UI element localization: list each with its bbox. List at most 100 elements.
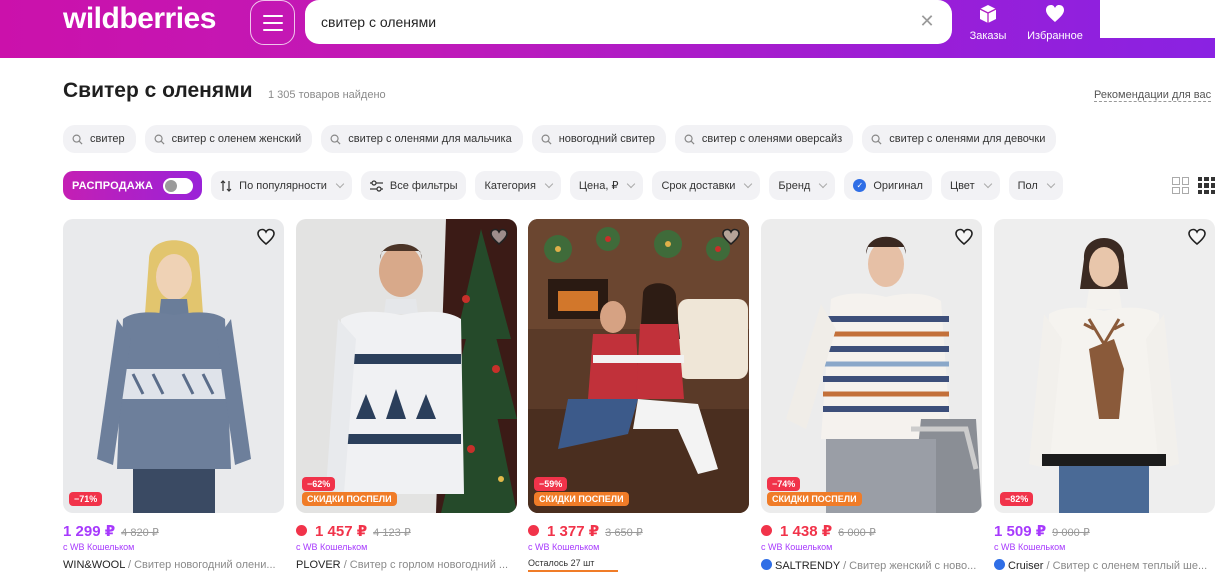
favorite-heart-icon[interactable] <box>256 227 276 247</box>
product-photo <box>994 219 1215 513</box>
product-card[interactable]: −71% 1 299 ₽ 4 820 ₽ с WB Кошельком WIN&… <box>63 219 284 571</box>
search-input[interactable] <box>321 8 901 36</box>
large-grid-icon[interactable] <box>1172 177 1189 194</box>
promo-icon <box>296 525 307 536</box>
current-price: 1 509 ₽ <box>994 523 1047 540</box>
product-name[interactable]: PLOVER / Свитер с горлом новогодний ... <box>296 559 517 571</box>
product-image[interactable]: −62% СКИДКИ ПОСПЕЛИ <box>296 219 517 513</box>
chevron-down-icon <box>544 179 554 189</box>
heart-icon <box>1046 5 1064 22</box>
product-image[interactable]: −59% СКИДКИ ПОСПЕЛИ <box>528 219 749 513</box>
brand-name: SALTRENDY <box>775 560 841 572</box>
search-icon <box>154 134 165 145</box>
product-image[interactable]: −74% СКИДКИ ПОСПЕЛИ <box>761 219 982 513</box>
promo-icon <box>528 525 539 536</box>
product-desc: / Свитер с горлом новогодний ... <box>340 559 509 571</box>
product-card[interactable]: −59% СКИДКИ ПОСПЕЛИ 1 377 ₽ 3 650 ₽ с WB… <box>528 219 749 572</box>
toggle-knob <box>165 179 178 192</box>
menu-button[interactable] <box>250 0 295 45</box>
delivery-filter[interactable]: Срок доставки <box>652 171 761 200</box>
product-name[interactable]: Cruiser / Свитер с оленем теплый ше... <box>994 559 1215 572</box>
wallet-note: с WB Кошельком <box>761 542 833 552</box>
chevron-down-icon <box>819 179 828 189</box>
favorite-heart-icon[interactable] <box>1187 227 1207 247</box>
discount-badge: −71% <box>69 492 103 506</box>
product-name[interactable]: WIN&WOOL / Свитер новогодний олени... <box>63 559 284 571</box>
page-title: Свитер с оленями <box>63 79 253 102</box>
product-image[interactable]: −82% <box>994 219 1215 513</box>
color-label: Цвет <box>949 179 975 192</box>
chip-label: новогодний свитер <box>558 133 655 145</box>
suggestion-chip[interactable]: свитер с оленями для мальчика <box>321 125 523 153</box>
original-filter[interactable]: ✓ Оригинал <box>844 171 932 200</box>
chip-label: свитер с оленями для мальчика <box>348 133 512 145</box>
small-grid-icon[interactable] <box>1198 177 1215 194</box>
price-row: 1 377 ₽ 3 650 ₽ <box>528 522 643 540</box>
top-header: wildberries ✕ Заказы Избранное <box>0 0 1215 58</box>
favorite-heart-icon[interactable] <box>489 227 509 247</box>
wallet-note: с WB Кошельком <box>296 542 368 552</box>
gender-filter[interactable]: Пол <box>1008 171 1063 200</box>
search-icon <box>684 134 695 145</box>
color-filter[interactable]: Цвет <box>940 171 1000 200</box>
suggestion-chip[interactable]: свитер <box>63 125 136 153</box>
discount-badge: −74% <box>767 477 801 491</box>
sale-toggle[interactable]: РАСПРОДАЖА <box>63 171 203 200</box>
wallet-note: с WB Кошельком <box>528 542 600 552</box>
product-card[interactable]: −62% СКИДКИ ПОСПЕЛИ 1 457 ₽ 4 123 ₽ с WB… <box>296 219 517 571</box>
product-photo <box>296 219 517 513</box>
product-card[interactable]: −82% 1 509 ₽ 9 000 ₽ с WB Кошельком Crui… <box>994 219 1215 572</box>
toggle-switch[interactable] <box>163 177 194 194</box>
all-filters-label: Все фильтры <box>389 179 458 192</box>
suggestion-chip[interactable]: свитер с оленями оверсайз <box>674 125 854 153</box>
old-price: 4 820 ₽ <box>121 527 159 539</box>
all-filters-button[interactable]: Все фильтры <box>360 171 467 200</box>
chevron-down-icon <box>1046 179 1056 189</box>
sort-dropdown[interactable]: По популярности <box>211 171 352 200</box>
product-desc: / Свитер новогодний олени... <box>124 559 276 571</box>
verified-brand-icon <box>994 559 1005 570</box>
favorites-nav[interactable]: Избранное <box>1024 4 1086 42</box>
old-price: 4 123 ₽ <box>373 527 411 539</box>
current-price: 1 377 ₽ <box>547 523 600 540</box>
promo-icon <box>761 525 772 536</box>
search-box: ✕ <box>305 0 952 44</box>
chevron-down-icon <box>335 179 345 189</box>
recommendations-sort[interactable]: Рекомендации для вас <box>1094 89 1212 102</box>
sort-icon <box>220 179 232 192</box>
old-price: 6 000 ₽ <box>838 527 876 539</box>
product-card[interactable]: −74% СКИДКИ ПОСПЕЛИ 1 438 ₽ 6 000 ₽ с WB… <box>761 219 982 572</box>
favorite-heart-icon[interactable] <box>954 227 974 247</box>
price-filter[interactable]: Цена, ₽ <box>569 171 644 200</box>
wallet-note: с WB Кошельком <box>63 542 135 552</box>
search-icon <box>330 134 341 145</box>
product-name[interactable]: SALTRENDY / Свитер женский с ново... <box>761 559 982 572</box>
chip-label: свитер с оленем женский <box>171 133 302 145</box>
suggestion-chips: свитер свитер с оленем женский свитер с … <box>63 125 1057 153</box>
price-row: 1 509 ₽ 9 000 ₽ <box>994 522 1090 540</box>
product-desc: / Свитер с оленем теплый ше... <box>1043 560 1208 572</box>
clear-search-icon[interactable]: ✕ <box>916 10 938 32</box>
orders-nav[interactable]: Заказы <box>967 4 1009 42</box>
brand-filter[interactable]: Бренд <box>769 171 836 200</box>
chip-label: свитер с оленями для девочки <box>889 133 1046 145</box>
orders-label: Заказы <box>969 30 1007 42</box>
filter-bar: РАСПРОДАЖА По популярности Все фильтры К… <box>63 171 1063 200</box>
wildberries-logo[interactable]: wildberries <box>63 2 216 36</box>
price-row: 1 299 ₽ 4 820 ₽ <box>63 522 159 540</box>
brand-name: PLOVER <box>296 559 341 571</box>
burger-line <box>262 21 283 24</box>
brand-name: WIN&WOOL <box>63 559 125 571</box>
current-price: 1 299 ₽ <box>63 523 116 540</box>
price-row: 1 438 ₽ 6 000 ₽ <box>761 522 876 540</box>
product-photo <box>761 219 982 513</box>
suggestion-chip[interactable]: свитер с оленем женский <box>144 125 313 153</box>
suggestion-chip[interactable]: новогодний свитер <box>531 125 666 153</box>
discount-badge: −62% <box>302 477 336 491</box>
favorite-heart-icon[interactable] <box>721 227 741 247</box>
results-count: 1 305 товаров найдено <box>268 89 386 101</box>
category-filter[interactable]: Категория <box>475 171 561 200</box>
product-image[interactable]: −71% <box>63 219 284 513</box>
suggestion-chip[interactable]: свитер с оленями для девочки <box>862 125 1057 153</box>
chip-label: свитер с оленями оверсайз <box>701 133 843 145</box>
